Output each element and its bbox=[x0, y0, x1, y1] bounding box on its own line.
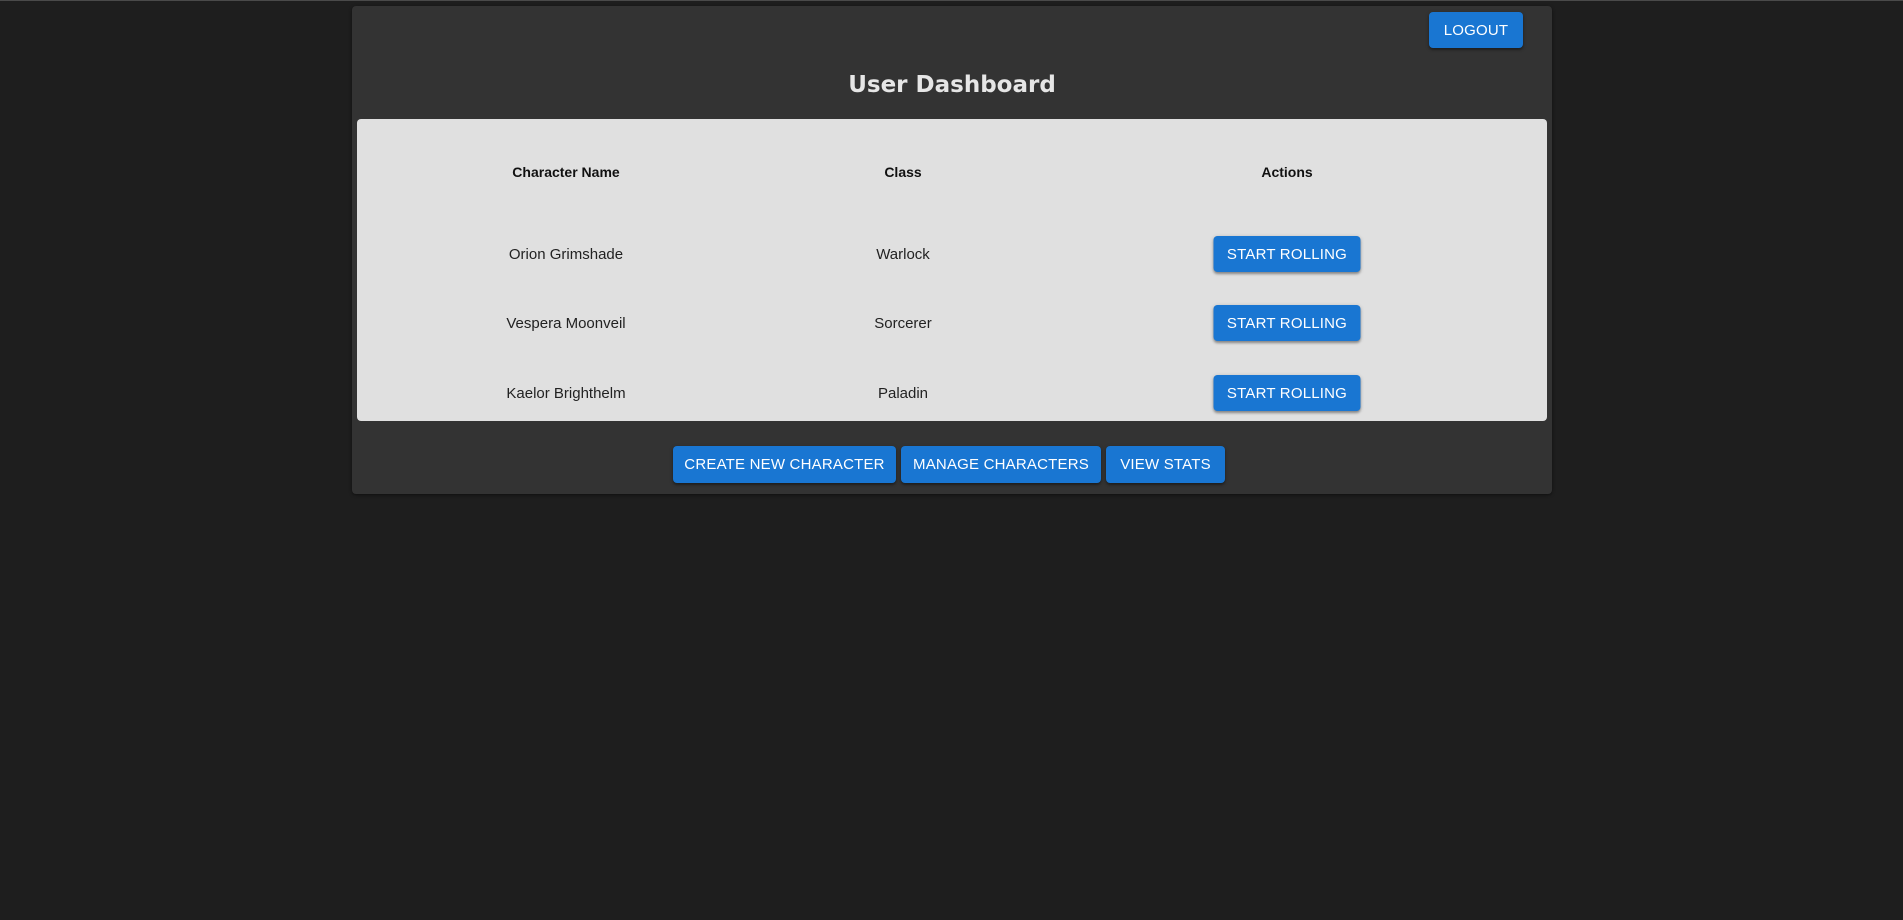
table-row-name: Orion Grimshade bbox=[508, 246, 624, 263]
table-row-name: Vespera Moonveil bbox=[506, 315, 626, 332]
column-header-class: Class bbox=[884, 164, 922, 180]
table-row-class: Warlock bbox=[876, 246, 930, 263]
top-border-line bbox=[0, 0, 1903, 1]
table-row-class: Sorcerer bbox=[874, 315, 932, 332]
create-new-character-button[interactable]: CREATE NEW CHARACTER bbox=[673, 446, 896, 483]
column-header-actions: Actions bbox=[1261, 164, 1313, 180]
view-stats-button[interactable]: VIEW STATS bbox=[1106, 446, 1225, 483]
manage-characters-button[interactable]: MANAGE CHARACTERS bbox=[901, 446, 1101, 483]
footer-actions: CREATE NEW CHARACTER MANAGE CHARACTERS V… bbox=[352, 446, 1552, 483]
start-rolling-button[interactable]: START ROLLING bbox=[1213, 375, 1361, 411]
start-rolling-button[interactable]: START ROLLING bbox=[1213, 236, 1361, 272]
character-table: Character Name Class Actions Orion Grims… bbox=[357, 119, 1547, 421]
table-row-name: Kaelor Brighthelm bbox=[506, 385, 626, 402]
dashboard-card: LOGOUT User Dashboard Character Name Cla… bbox=[352, 6, 1552, 494]
table-row-class: Paladin bbox=[877, 385, 929, 402]
page-title: User Dashboard bbox=[848, 72, 1056, 98]
column-header-character-name: Character Name bbox=[512, 164, 620, 180]
logout-button[interactable]: LOGOUT bbox=[1429, 12, 1523, 48]
start-rolling-button[interactable]: START ROLLING bbox=[1213, 305, 1361, 341]
